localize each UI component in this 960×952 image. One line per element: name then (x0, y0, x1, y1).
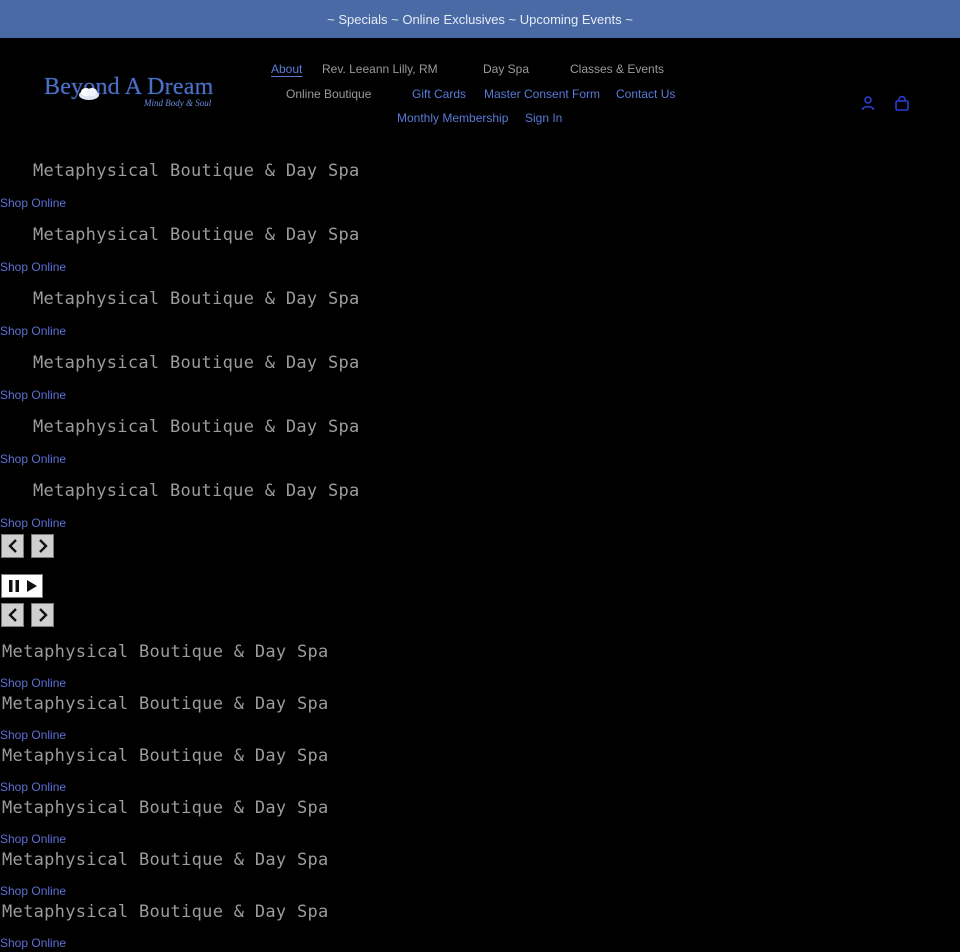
nav-gift-cards[interactable]: Gift Cards (412, 87, 466, 101)
pause-icon (8, 580, 19, 592)
chevron-right-icon (38, 608, 48, 622)
nav-classes-events[interactable]: Classes & Events (570, 62, 664, 76)
play-icon (26, 580, 37, 592)
shop-online-link[interactable]: Shop Online (0, 388, 66, 402)
nav-online-boutique[interactable]: Online Boutique (286, 87, 371, 101)
shop-online-link[interactable]: Shop Online (0, 324, 66, 338)
chevron-left-icon (7, 608, 17, 622)
nav-sign-in[interactable]: Sign In (525, 111, 562, 125)
shop-online-link[interactable]: Shop Online (0, 728, 66, 742)
cart-icon[interactable] (894, 95, 910, 111)
account-icon[interactable] (860, 95, 876, 111)
nav-consent-form[interactable]: Master Consent Form (484, 87, 600, 101)
slide-title: Metaphysical Boutique & Day Spa (33, 289, 360, 309)
chevron-right-icon (38, 539, 48, 553)
shop-online-link[interactable]: Shop Online (0, 516, 66, 530)
site-header: Beyond A Dream Mind Body & Soul About Re… (0, 38, 960, 148)
shop-online-link[interactable]: Shop Online (0, 780, 66, 794)
slide-title: Metaphysical Boutique & Day Spa (33, 417, 360, 437)
slide-title: Metaphysical Boutique & Day Spa (2, 694, 329, 714)
play-pause-button[interactable] (1, 574, 43, 598)
shop-online-link[interactable]: Shop Online (0, 884, 66, 898)
nav-about[interactable]: About (271, 62, 302, 76)
slide-title: Metaphysical Boutique & Day Spa (2, 902, 329, 922)
slide-title: Metaphysical Boutique & Day Spa (2, 850, 329, 870)
shop-online-link[interactable]: Shop Online (0, 936, 66, 950)
nav-contact[interactable]: Contact Us (616, 87, 675, 101)
shop-online-link[interactable]: Shop Online (0, 676, 66, 690)
slide-title: Metaphysical Boutique & Day Spa (33, 481, 360, 501)
slide-title: Metaphysical Boutique & Day Spa (2, 798, 329, 818)
slide-title: Metaphysical Boutique & Day Spa (33, 353, 360, 373)
slide-title: Metaphysical Boutique & Day Spa (33, 225, 360, 245)
prev-slide-button[interactable] (1, 534, 24, 558)
nav-membership[interactable]: Monthly Membership (397, 111, 508, 125)
shop-online-link[interactable]: Shop Online (0, 832, 66, 846)
slide-title: Metaphysical Boutique & Day Spa (33, 161, 360, 181)
announcement-bar: ~ Specials ~ Online Exclusives ~ Upcomin… (0, 0, 960, 38)
shop-online-link[interactable]: Shop Online (0, 196, 66, 210)
slide-title: Metaphysical Boutique & Day Spa (2, 642, 329, 662)
shop-online-link[interactable]: Shop Online (0, 452, 66, 466)
next-slide-button-secondary[interactable] (31, 603, 54, 627)
prev-slide-button-secondary[interactable] (1, 603, 24, 627)
nav-rev[interactable]: Rev. Leeann Lilly, RM (322, 62, 438, 76)
announcement-text: ~ Specials ~ Online Exclusives ~ Upcomin… (327, 11, 633, 27)
main-nav: About Rev. Leeann Lilly, RM Day Spa Clas… (0, 38, 960, 148)
slide-title: Metaphysical Boutique & Day Spa (2, 746, 329, 766)
nav-day-spa[interactable]: Day Spa (483, 62, 529, 76)
chevron-left-icon (7, 539, 17, 553)
shop-online-link[interactable]: Shop Online (0, 260, 66, 274)
next-slide-button[interactable] (31, 534, 54, 558)
